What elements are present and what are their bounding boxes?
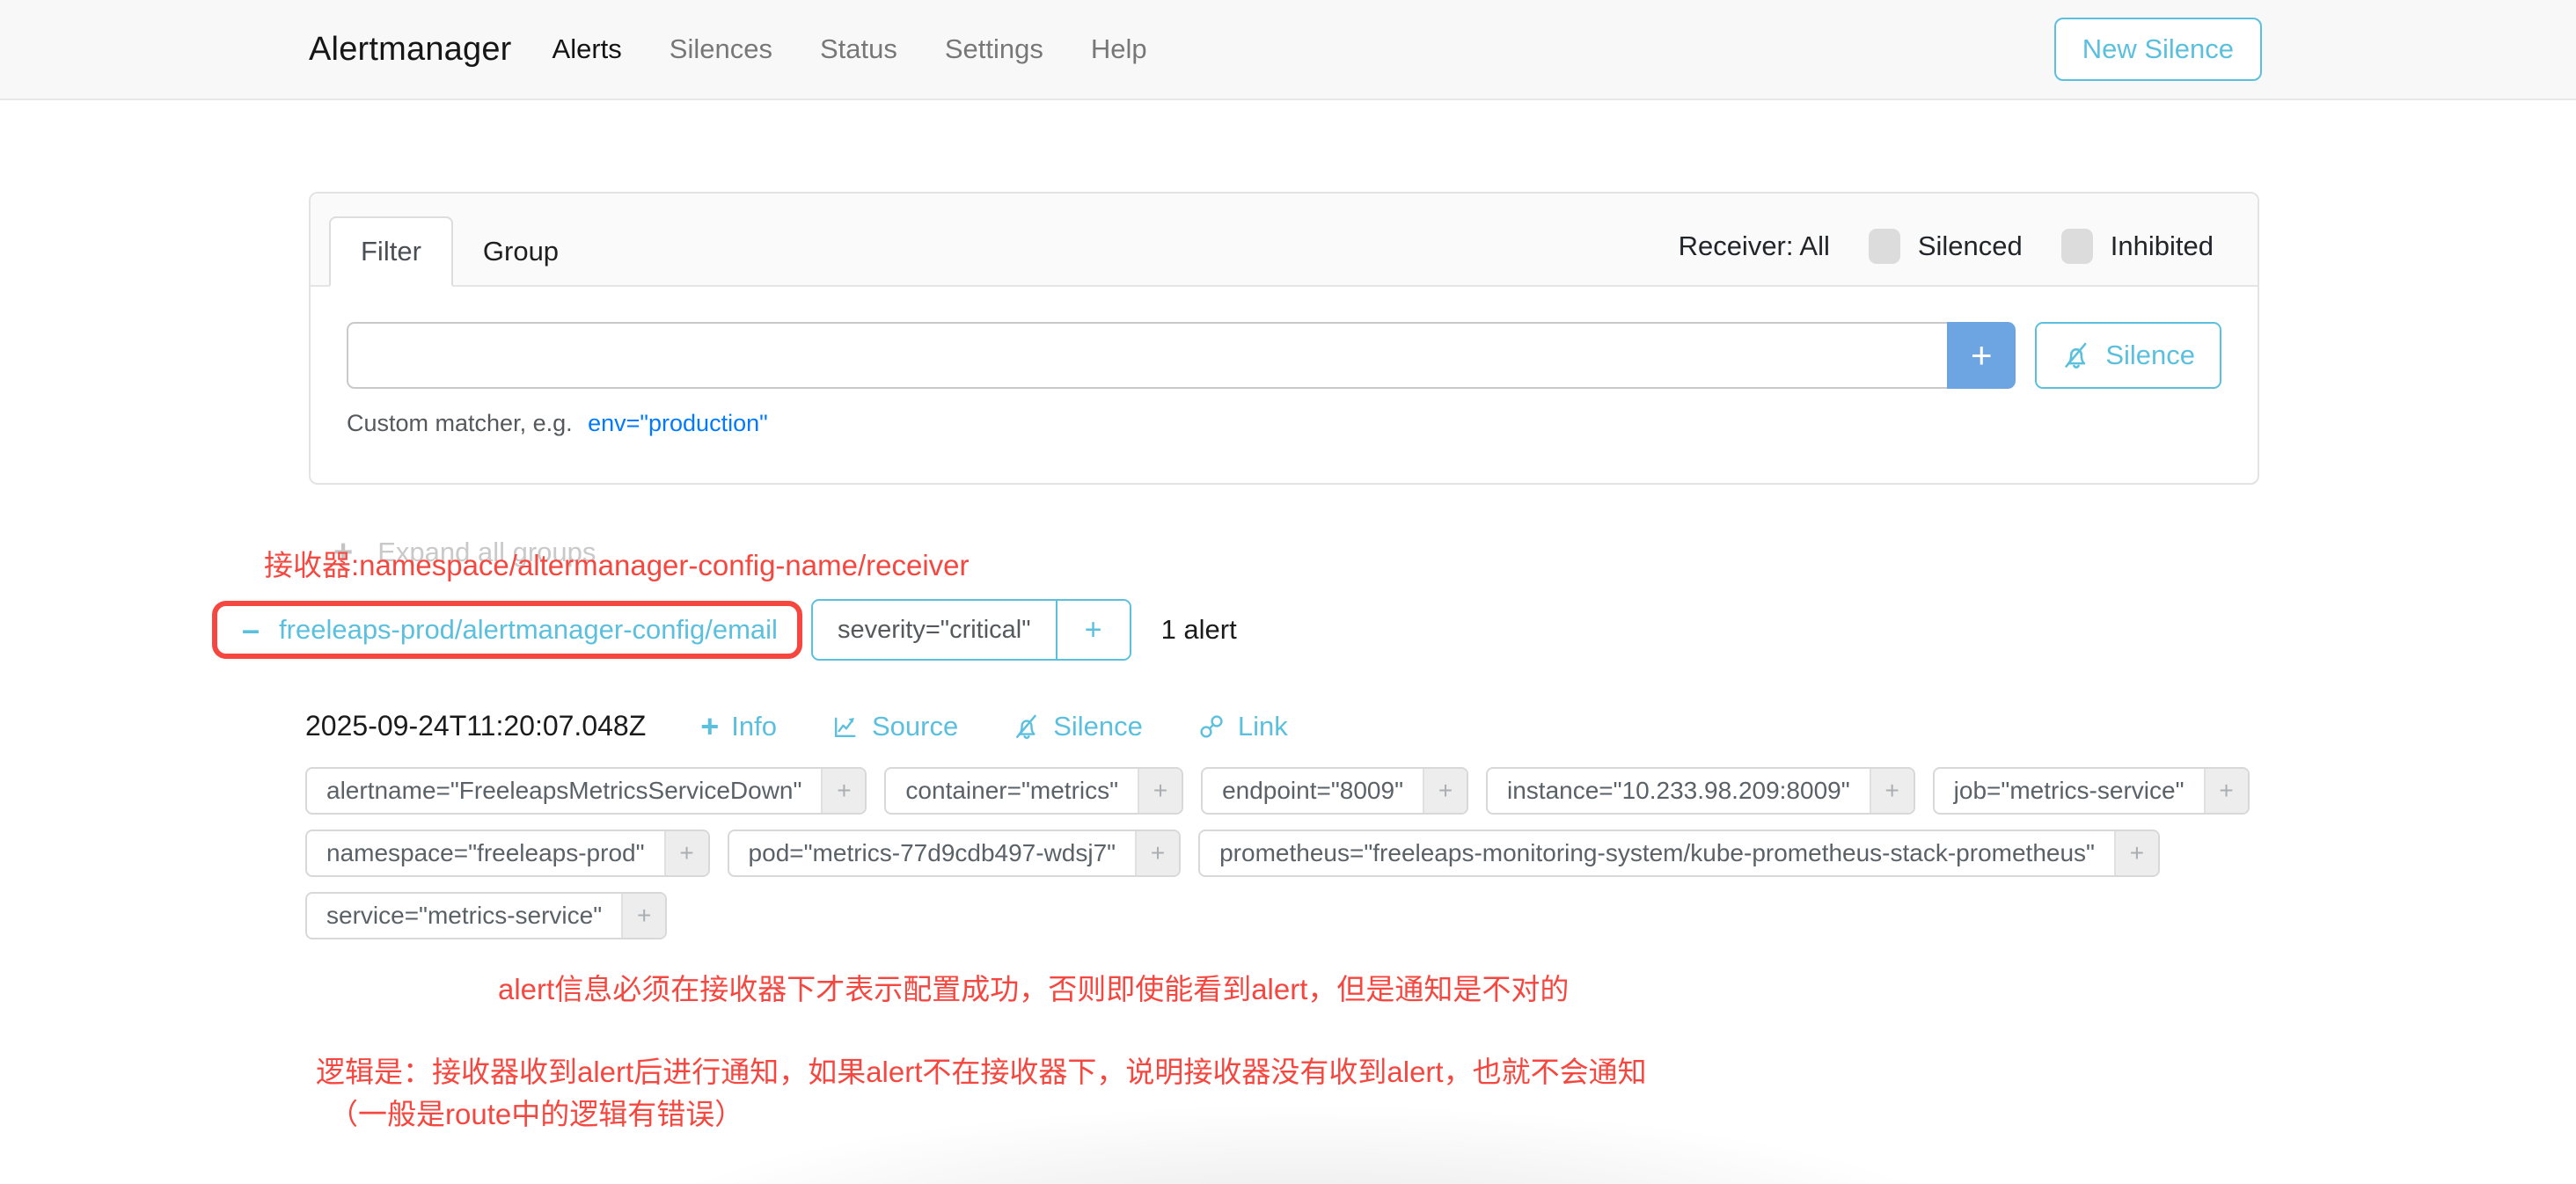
label-text: service="metrics-service"	[307, 894, 621, 938]
add-label-filter-button[interactable]: +	[1138, 769, 1182, 813]
alert-silence-button[interactable]: Silence	[1013, 711, 1143, 742]
new-silence-button[interactable]: New Silence	[2054, 18, 2262, 81]
add-label-filter-button[interactable]: +	[1135, 831, 1179, 875]
label-pill: endpoint="8009" +	[1201, 767, 1468, 815]
group-matcher-label: severity="critical"	[813, 601, 1056, 659]
tab-group[interactable]: Group	[453, 218, 589, 285]
label-text: prometheus="freeleaps-monitoring-system/…	[1200, 831, 2114, 875]
label-pill: service="metrics-service" +	[305, 892, 667, 939]
alert-group-row: – freeleaps-prod/alertmanager-config/ema…	[212, 599, 2576, 661]
brand[interactable]: Alertmanager	[309, 31, 512, 69]
group-name: freeleaps-prod/alertmanager-config/email	[279, 614, 778, 646]
label-pill: container="metrics" +	[884, 767, 1183, 815]
bell-slash-icon	[1013, 713, 1041, 741]
add-label-filter-button[interactable]: +	[821, 769, 865, 813]
generator-link[interactable]: Link	[1197, 711, 1288, 742]
plus-icon: +	[700, 711, 719, 742]
alert-silence-label: Silence	[1053, 711, 1143, 742]
label-pill: namespace="freeleaps-prod" +	[305, 830, 710, 877]
filter-panel: Filter Group Receiver: All Silenced Inhi…	[309, 192, 2259, 485]
add-group-matcher-button[interactable]: +	[1056, 601, 1130, 659]
nav-silences[interactable]: Silences	[670, 33, 772, 65]
label-pill: instance="10.233.98.209:8009" +	[1486, 767, 1915, 815]
minus-icon: –	[242, 614, 260, 646]
nav-links: Alerts Silences Status Settings Help	[553, 33, 1147, 65]
link-label: Link	[1238, 711, 1288, 742]
label-text: instance="10.233.98.209:8009"	[1488, 769, 1870, 813]
annotation-line-3: （一般是route中的逻辑有错误）	[329, 1091, 743, 1133]
silence-button-label: Silence	[2105, 340, 2195, 371]
label-pill: prometheus="freeleaps-monitoring-system/…	[1198, 830, 2160, 877]
nav-alerts[interactable]: Alerts	[553, 33, 622, 65]
silenced-filter[interactable]: Silenced	[1869, 229, 2023, 264]
inhibited-checkbox[interactable]	[2061, 229, 2093, 264]
add-matcher-button[interactable]: +	[1947, 322, 2016, 389]
nav-settings[interactable]: Settings	[945, 33, 1043, 65]
group-matcher-pill: severity="critical" +	[811, 599, 1131, 661]
group-toggle-button[interactable]: – freeleaps-prod/alertmanager-config/ema…	[242, 614, 778, 646]
shadow-artifact	[581, 1100, 2023, 1184]
filter-panel-header: Filter Group Receiver: All Silenced Inhi…	[311, 194, 2258, 287]
inhibited-filter[interactable]: Inhibited	[2061, 229, 2214, 264]
add-label-filter-button[interactable]: +	[621, 894, 665, 938]
add-label-filter-button[interactable]: +	[1870, 769, 1914, 813]
label-text: endpoint="8009"	[1203, 769, 1423, 813]
label-text: pod="metrics-77d9cdb497-wdsj7"	[729, 831, 1136, 875]
label-text: alertname="FreeleapsMetricsServiceDown"	[307, 769, 821, 813]
label-pill: job="metrics-service" +	[1933, 767, 2250, 815]
alertmanager-page: Alertmanager Alerts Silences Status Sett…	[0, 0, 2576, 1184]
label-text: container="metrics"	[886, 769, 1138, 813]
silenced-label: Silenced	[1918, 230, 2023, 262]
label-text: job="metrics-service"	[1935, 769, 2204, 813]
label-pill: alertname="FreeleapsMetricsServiceDown" …	[305, 767, 867, 815]
alert-labels: alertname="FreeleapsMetricsServiceDown" …	[305, 767, 2259, 939]
label-pill: pod="metrics-77d9cdb497-wdsj7" +	[728, 830, 1182, 877]
silence-button[interactable]: Silence	[2035, 322, 2221, 389]
inhibited-label: Inhibited	[2111, 230, 2214, 262]
label-text: namespace="freeleaps-prod"	[307, 831, 664, 875]
matcher-example-link[interactable]: env="production"	[588, 410, 768, 436]
matcher-input[interactable]	[347, 322, 1947, 389]
alert-item: 2025-09-24T11:20:07.048Z + Info Source	[305, 710, 2259, 939]
receiver-filter[interactable]: Receiver: All	[1679, 230, 1830, 262]
annotation-line-2: 逻辑是：接收器收到alert后进行通知，如果alert不在接收器下，说明接收器没…	[316, 1049, 1647, 1091]
custom-matcher-hint: Custom matcher, e.g.	[347, 410, 573, 436]
alert-timestamp: 2025-09-24T11:20:07.048Z	[305, 710, 646, 742]
alert-count: 1 alert	[1161, 614, 1237, 646]
source-label: Source	[872, 711, 958, 742]
add-label-filter-button[interactable]: +	[2204, 769, 2248, 813]
navbar: Alertmanager Alerts Silences Status Sett…	[0, 0, 2576, 100]
add-label-filter-button[interactable]: +	[2114, 831, 2158, 875]
info-button[interactable]: + Info	[700, 711, 777, 742]
tab-filter[interactable]: Filter	[329, 216, 453, 287]
annotation-line-1: alert信息必须在接收器下才表示配置成功，否则即使能看到alert，但是通知是…	[498, 966, 1569, 1008]
info-label: Info	[731, 711, 777, 742]
bell-slash-icon	[2061, 340, 2091, 370]
nav-help[interactable]: Help	[1091, 33, 1147, 65]
annotation-receiver-note: 接收器:namespace/altermanager-config-name/r…	[264, 542, 970, 584]
source-link[interactable]: Source	[831, 711, 958, 742]
add-label-filter-button[interactable]: +	[664, 831, 708, 875]
silenced-checkbox[interactable]	[1869, 229, 1900, 264]
chart-line-icon	[831, 713, 860, 741]
filter-tabs: Filter Group	[329, 216, 589, 285]
link-icon	[1197, 713, 1226, 741]
add-label-filter-button[interactable]: +	[1423, 769, 1467, 813]
annotation-highlight-box: – freeleaps-prod/alertmanager-config/ema…	[212, 601, 802, 659]
nav-status[interactable]: Status	[820, 33, 897, 65]
filter-panel-body: + Silence Custom matcher, e.g. env="prod…	[311, 287, 2258, 483]
